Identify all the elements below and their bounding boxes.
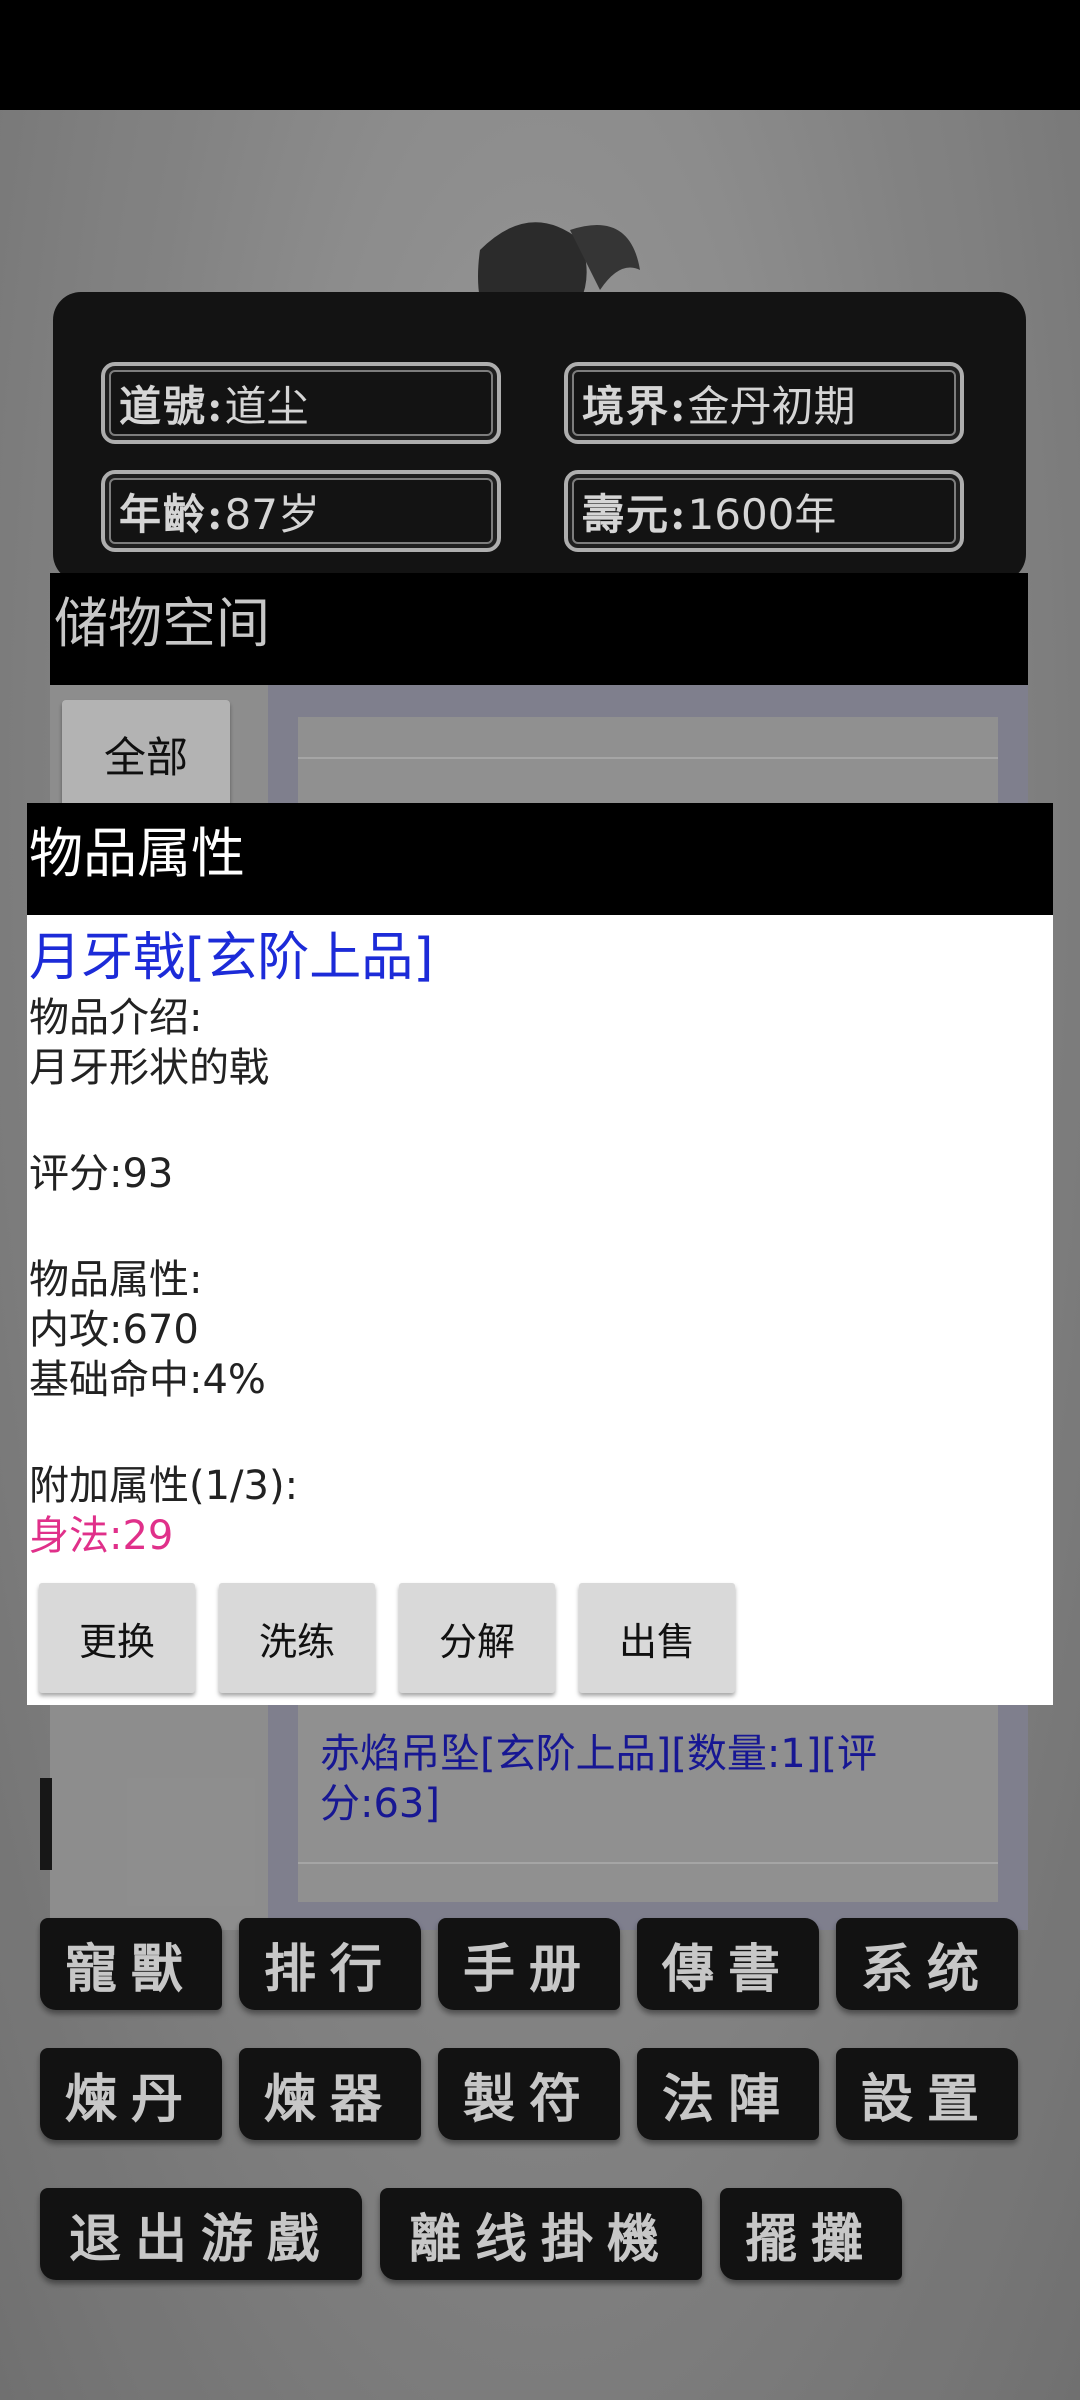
attribute-inner-attack: 内攻:670 <box>29 1307 199 1353</box>
intro-text: 月牙形状的戟 <box>29 1045 269 1091</box>
attributes-label: 物品属性: <box>29 1257 203 1303</box>
intro-label: 物品介绍: <box>29 995 203 1041</box>
item-name: 月牙戟[玄阶上品] <box>29 928 434 988</box>
status-bar <box>0 0 1080 110</box>
dialog-title: 物品属性 <box>27 803 1053 915</box>
item-details: 月牙戟[玄阶上品] 物品介绍: 月牙形状的戟 评分:93 物品属性: 内攻:67… <box>29 923 1039 1561</box>
sell-button[interactable]: 出售 <box>579 1583 735 1693</box>
item-score: 评分:93 <box>29 1151 174 1197</box>
attribute-base-hit: 基础命中:4% <box>29 1357 266 1403</box>
decompose-button[interactable]: 分解 <box>399 1583 555 1693</box>
refine-button[interactable]: 洗练 <box>219 1583 375 1693</box>
item-properties-dialog: 物品属性 月牙戟[玄阶上品] 物品介绍: 月牙形状的戟 评分:93 物品属性: … <box>27 803 1053 1705</box>
replace-button[interactable]: 更换 <box>39 1583 195 1693</box>
extra-attributes-label: 附加属性(1/3): <box>29 1463 299 1509</box>
extra-attribute-agility: 身法:29 <box>29 1513 174 1559</box>
